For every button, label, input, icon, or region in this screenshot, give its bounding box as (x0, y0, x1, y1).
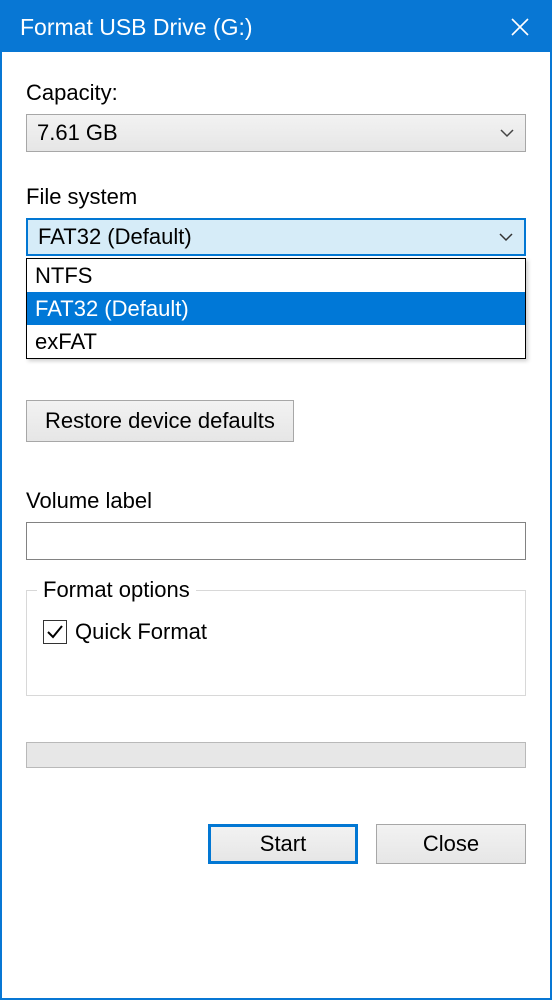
filesystem-value: FAT32 (Default) (38, 224, 498, 250)
quick-format-label: Quick Format (75, 619, 207, 645)
filesystem-option-ntfs[interactable]: NTFS (27, 259, 525, 292)
filesystem-dropdown[interactable]: FAT32 (Default) (26, 218, 526, 256)
quick-format-row: Quick Format (43, 619, 509, 645)
restore-defaults-button[interactable]: Restore device defaults (26, 400, 294, 442)
filesystem-option-exfat[interactable]: exFAT (27, 325, 525, 358)
capacity-label: Capacity: (26, 80, 526, 106)
close-button[interactable]: Close (376, 824, 526, 864)
dialog-content: Capacity: 7.61 GB File system FAT32 (Def… (2, 52, 550, 998)
format-dialog: Format USB Drive (G:) Capacity: 7.61 GB … (0, 0, 552, 1000)
close-icon (510, 17, 530, 37)
window-title: Format USB Drive (G:) (20, 14, 490, 41)
filesystem-dropdown-list: NTFS FAT32 (Default) exFAT (26, 258, 526, 359)
titlebar: Format USB Drive (G:) (2, 2, 550, 52)
button-row: Start Close (26, 824, 526, 864)
volume-input[interactable] (26, 522, 526, 560)
volume-section: Volume label (26, 488, 526, 560)
progress-bar (26, 742, 526, 768)
check-icon (46, 623, 64, 641)
quick-format-checkbox[interactable] (43, 620, 67, 644)
start-button[interactable]: Start (208, 824, 358, 864)
capacity-value: 7.61 GB (37, 120, 499, 146)
chevron-down-icon (499, 125, 515, 141)
capacity-dropdown[interactable]: 7.61 GB (26, 114, 526, 152)
filesystem-label: File system (26, 184, 526, 210)
format-options-title: Format options (37, 577, 196, 603)
filesystem-option-fat32[interactable]: FAT32 (Default) (27, 292, 525, 325)
close-window-button[interactable] (490, 2, 550, 52)
volume-label: Volume label (26, 488, 526, 514)
format-options-group: Format options Quick Format (26, 590, 526, 696)
chevron-down-icon (498, 229, 514, 245)
filesystem-section: File system FAT32 (Default) NTFS FAT32 (… (26, 184, 526, 356)
